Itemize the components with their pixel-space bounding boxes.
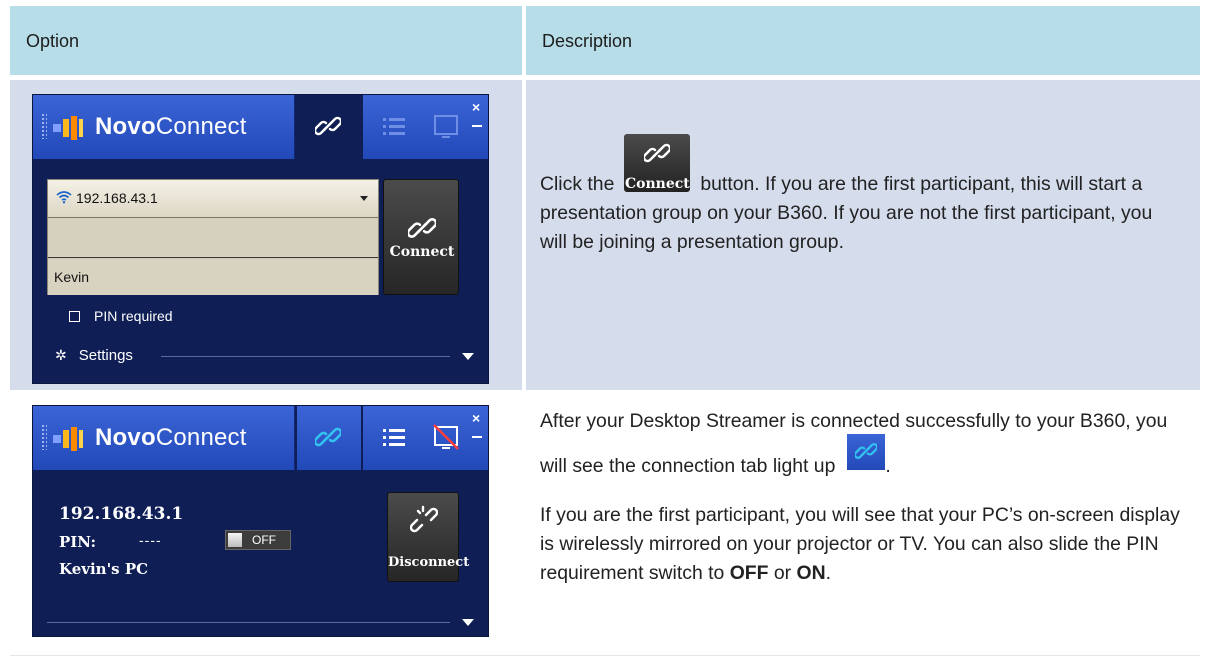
wifi-icon <box>56 191 72 204</box>
column-divider <box>522 393 526 655</box>
screen-off-icon <box>433 424 459 450</box>
header-description: Description <box>542 31 633 51</box>
connection-form: 192.168.43.1 Kevin <box>47 179 379 295</box>
name-field[interactable]: Kevin <box>48 259 378 295</box>
minimize-icon[interactable] <box>472 436 482 438</box>
connected-ip-address: 192.168.43.1 <box>59 504 184 524</box>
logo-icon <box>53 427 83 451</box>
panel-tab-bar: NovoConnect × <box>33 95 488 163</box>
column-divider <box>522 80 526 390</box>
table-header-row: Option Description <box>10 6 1200 75</box>
screen-icon <box>434 115 458 138</box>
drag-grip[interactable] <box>41 113 47 139</box>
link-icon <box>408 218 436 238</box>
inline-link-tab-image <box>847 434 886 470</box>
ip-address-value: 192.168.43.1 <box>76 190 158 206</box>
description-connected: After your Desktop Streamer is connected… <box>540 410 1180 584</box>
unlink-icon <box>410 505 438 533</box>
drag-grip[interactable] <box>41 424 47 450</box>
connect-button[interactable]: Connect <box>383 179 459 295</box>
close-icon[interactable]: × <box>472 410 480 426</box>
panel-tab-bar: NovoConnect × <box>33 406 488 474</box>
tab-presentation[interactable] <box>427 95 465 159</box>
tab-participants[interactable] <box>363 406 427 470</box>
gear-icon: ✲ <box>55 347 67 363</box>
pin-required-checkbox[interactable]: PIN required <box>69 308 173 324</box>
tab-connection[interactable] <box>297 406 361 470</box>
settings-toggle[interactable]: ✲ Settings <box>55 347 133 364</box>
tab-presentation[interactable] <box>427 406 465 470</box>
settings-divider <box>161 356 450 357</box>
link-icon <box>315 427 341 447</box>
column-divider <box>522 6 526 75</box>
disconnect-button[interactable]: Disconnect <box>387 492 469 582</box>
link-icon <box>315 116 341 136</box>
brand-name: NovoConnect <box>95 113 247 140</box>
chevron-down-icon <box>360 196 368 201</box>
window-controls: × <box>464 95 488 159</box>
tab-connection[interactable] <box>297 95 361 159</box>
novoconnect-panel-disconnected: NovoConnect × 192.168.43.1 Kevin Connect… <box>32 94 489 384</box>
brand-name: NovoConnect <box>95 424 247 451</box>
header-option: Option <box>26 31 80 51</box>
link-icon <box>855 443 878 459</box>
password-field[interactable] <box>48 218 378 258</box>
inline-connect-button-image: Connect <box>624 134 691 192</box>
logo-icon <box>53 116 83 140</box>
ip-address-dropdown[interactable]: 192.168.43.1 <box>48 180 378 218</box>
minimize-icon[interactable] <box>472 125 482 127</box>
brand-tab[interactable]: NovoConnect <box>33 406 295 470</box>
window-controls: × <box>464 406 488 470</box>
chevron-down-icon[interactable] <box>462 353 474 360</box>
checkbox-icon <box>69 311 80 322</box>
brand-tab[interactable]: NovoConnect <box>33 95 295 159</box>
pin-requirement-switch[interactable]: OFF <box>225 530 291 550</box>
close-icon[interactable]: × <box>472 99 480 115</box>
chevron-down-icon[interactable] <box>462 619 474 626</box>
settings-divider <box>47 622 450 623</box>
description-connect: Click the Connect button. If you are the f… <box>540 134 1182 257</box>
tab-participants[interactable] <box>363 95 427 159</box>
list-icon <box>383 118 405 135</box>
switch-knob[interactable] <box>228 533 242 547</box>
list-icon <box>383 429 405 446</box>
pin-value: ---- <box>139 532 162 548</box>
novoconnect-panel-connected: NovoConnect × 192.168.43.1 PIN: ---- OFF… <box>32 405 489 637</box>
link-icon <box>644 143 671 163</box>
pc-name: Kevin's PC <box>59 560 149 578</box>
pin-label: PIN: <box>59 533 97 551</box>
